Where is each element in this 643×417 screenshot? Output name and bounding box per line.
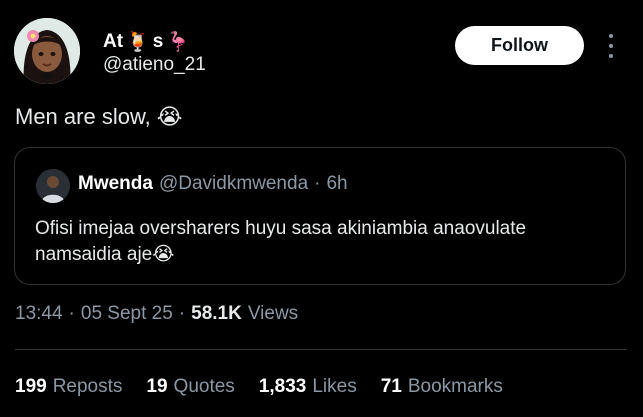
stat-label: Reposts — [52, 376, 123, 397]
quoted-tweet-card[interactable]: Mwenda @Davidkmwenda · 6h Ofisi imejaa o… — [14, 147, 626, 285]
author-name-suffix: s — [152, 31, 164, 52]
reposts-stat[interactable]: 199 Reposts — [15, 376, 122, 398]
stat-count: 71 — [380, 376, 402, 397]
meta-separator: · — [68, 303, 75, 324]
author-name[interactable]: At 🍹 s 🦩 — [103, 30, 190, 54]
quotes-stat[interactable]: 19 Quotes — [146, 376, 234, 398]
quoted-tweet-header: Mwenda @Davidkmwenda · 6h — [78, 173, 348, 195]
author-handle[interactable]: @atieno_21 — [103, 54, 206, 76]
quoted-author-avatar[interactable] — [36, 169, 70, 203]
more-options-icon[interactable] — [604, 34, 618, 58]
cocktail-emoji-icon: 🍹 — [126, 32, 150, 53]
tweet-text: Men are slow, 😭 — [15, 104, 182, 130]
tweet-body: Men are slow, — [15, 104, 151, 129]
divider — [15, 349, 627, 350]
quoted-separator: · — [314, 173, 321, 194]
quoted-author-name[interactable]: Mwenda — [78, 173, 153, 195]
likes-stat[interactable]: 1,833 Likes — [259, 376, 357, 398]
crying-emoji-icon: 😭 — [156, 104, 183, 129]
bookmarks-stat[interactable]: 71 Bookmarks — [381, 376, 503, 398]
engagement-stats: 199 Reposts 19 Quotes 1,833 Likes 71 Boo… — [15, 376, 503, 398]
tweet-date[interactable]: 05 Sept 25 — [81, 303, 173, 325]
stat-label: Bookmarks — [407, 376, 503, 397]
flamingo-emoji-icon: 🦩 — [166, 32, 190, 53]
stat-label: Quotes — [173, 376, 235, 397]
author-name-text: At — [103, 31, 124, 52]
stat-count: 19 — [146, 376, 168, 397]
stat-label: Likes — [312, 376, 357, 397]
stat-count: 1,833 — [258, 376, 307, 397]
follow-button[interactable]: Follow — [455, 26, 584, 65]
quoted-author-handle[interactable]: @Davidkmwenda — [159, 173, 308, 195]
quoted-tweet-text: Ofisi imejaa oversharers huyu sasa akini… — [35, 218, 527, 265]
author-avatar[interactable] — [14, 18, 80, 84]
meta-separator: · — [178, 303, 186, 324]
tweet-meta: 13:44 · 05 Sept 25 · 58.1K Views — [15, 303, 298, 325]
views-label: Views — [247, 303, 299, 324]
stat-count: 199 — [15, 376, 47, 397]
quoted-time[interactable]: 6h — [326, 173, 347, 195]
views-count: 58.1K — [191, 303, 242, 324]
tweet-time[interactable]: 13:44 — [15, 303, 63, 325]
